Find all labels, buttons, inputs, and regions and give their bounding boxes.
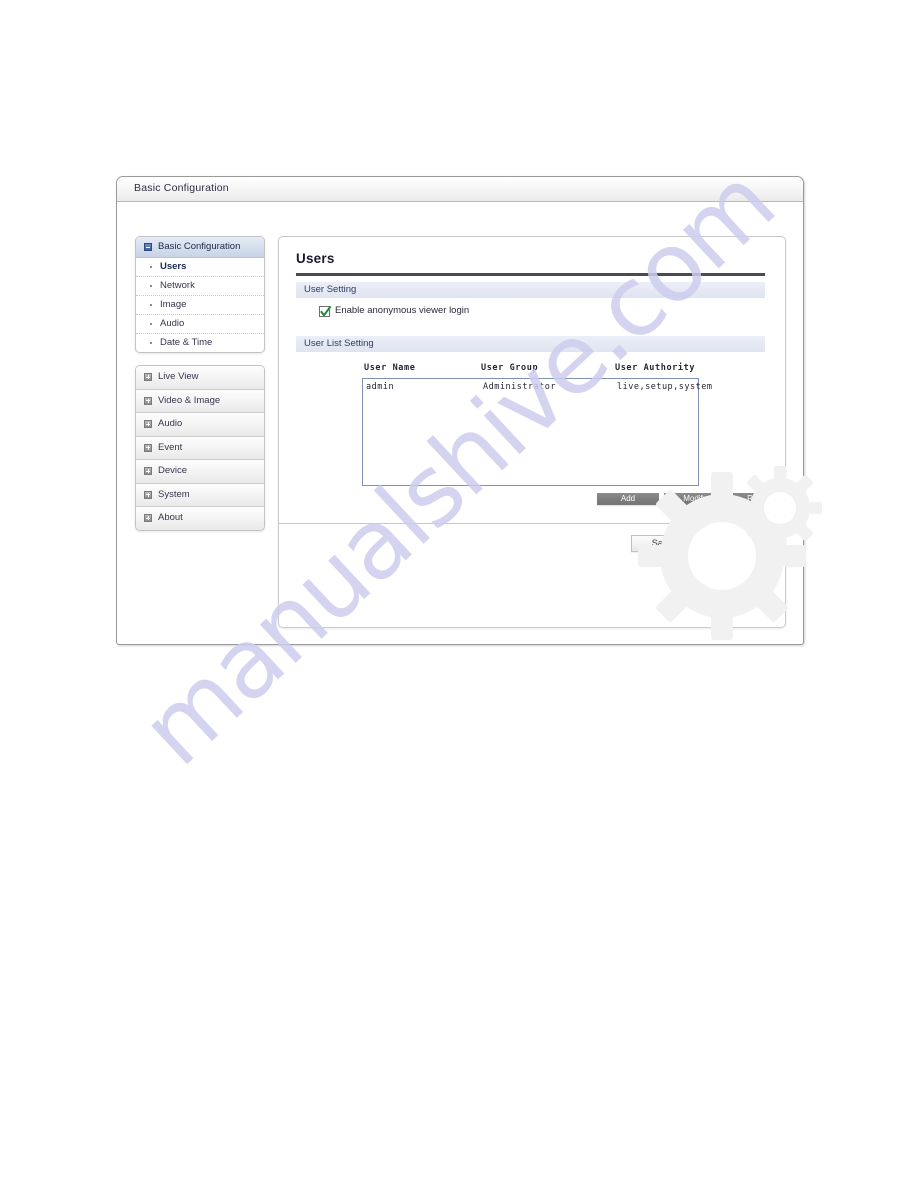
sidebar-item-label: Users [160,261,187,272]
bullet-icon [150,323,152,325]
bullet-icon [150,304,152,306]
plus-square-icon [144,467,152,475]
table-row[interactable]: admin Administrator live,setup,system [365,382,712,394]
user-list-action-buttons: Add Modify Remove [279,493,793,506]
column-header-user-authority: User Authority [615,363,696,373]
sidebar-item-audio-group[interactable]: Audio [136,413,264,437]
sidebar-item-image[interactable]: Image [136,296,264,315]
modify-user-button[interactable]: Modify [664,493,726,505]
sidebar-item-device[interactable]: Device [136,460,264,484]
sidebar-item-network[interactable]: Network [136,277,264,296]
sidebar-item-label: System [158,488,190,500]
anonymous-login-checkbox[interactable] [319,306,332,317]
sidebar: Basic Configuration Users Network Image … [135,236,265,531]
plus-square-icon [144,490,152,499]
cell-user-authority: live,setup,system [617,382,713,392]
minus-square-icon [144,243,152,251]
plus-square-icon [144,514,152,522]
sidebar-item-event[interactable]: Event [136,436,264,460]
reset-button[interactable]: Reset [698,535,760,552]
application-window: Basic Configuration Basic Configuration … [116,176,804,645]
sidebar-primary-panel: Basic Configuration Users Network Image … [135,236,265,353]
footer-buttons: Save Reset [279,535,785,553]
sidebar-item-label: Image [160,299,187,310]
sidebar-secondary-panel: Live View Video & Image Audio Event Devi… [135,365,265,531]
window-title: Basic Configuration [134,182,229,194]
sidebar-item-label: Audio [160,318,185,329]
sidebar-item-label: Audio [158,418,183,429]
section-header-user-list-setting: User List Setting [296,336,765,353]
sidebar-group-label: Basic Configuration [158,241,241,252]
sidebar-item-label: Network [160,280,195,291]
content-panel: Users User Setting Enable anonymous view… [278,236,793,628]
sidebar-item-users[interactable]: Users [136,258,264,277]
remove-user-button[interactable]: Remove [731,493,793,505]
bullet-icon [150,342,152,344]
column-header-user-group: User Group [481,363,539,373]
plus-square-icon [144,373,152,381]
plus-square-icon [144,443,152,452]
sidebar-item-video-and-image[interactable]: Video & Image [136,389,264,413]
anonymous-login-label: Enable anonymous viewer login [335,305,470,316]
bullet-icon [150,285,152,287]
check-icon [320,306,332,317]
sidebar-item-label: Live View [158,371,199,382]
plus-square-icon [144,396,152,405]
plus-square-icon [144,420,152,428]
section-header-user-setting: User Setting [296,282,765,299]
section-header-label: User List Setting [304,338,374,349]
section-header-label: User Setting [304,284,357,295]
add-user-button[interactable]: Add [597,493,659,505]
sidebar-item-system[interactable]: System [136,483,264,507]
bullet-icon [150,266,152,268]
cell-user-group: Administrator [483,382,557,392]
sidebar-item-about[interactable]: About [136,507,264,530]
sidebar-item-label: About [158,512,183,523]
sidebar-item-live-view[interactable]: Live View [136,366,264,390]
sidebar-item-label: Device [158,465,188,476]
sidebar-item-label: Date & Time [160,337,213,348]
user-table-header-row: User Name User Group User Authority [363,363,701,376]
window-body: Basic Configuration Users Network Image … [117,202,803,643]
column-header-user-name: User Name [364,363,416,373]
page-title: Users [296,251,335,266]
page-title-rule [296,273,765,276]
sidebar-group-basic-configuration[interactable]: Basic Configuration [136,237,264,258]
footer-divider [279,523,783,524]
save-button[interactable]: Save [631,535,693,552]
cell-user-name: admin [366,382,395,392]
sidebar-item-audio[interactable]: Audio [136,315,264,334]
window-titlebar: Basic Configuration [117,177,803,202]
user-list-box[interactable]: admin Administrator live,setup,system [362,378,712,486]
sidebar-item-date-and-time[interactable]: Date & Time [136,334,264,352]
sidebar-item-label: Video & Image [158,394,221,406]
sidebar-item-label: Event [158,441,183,453]
